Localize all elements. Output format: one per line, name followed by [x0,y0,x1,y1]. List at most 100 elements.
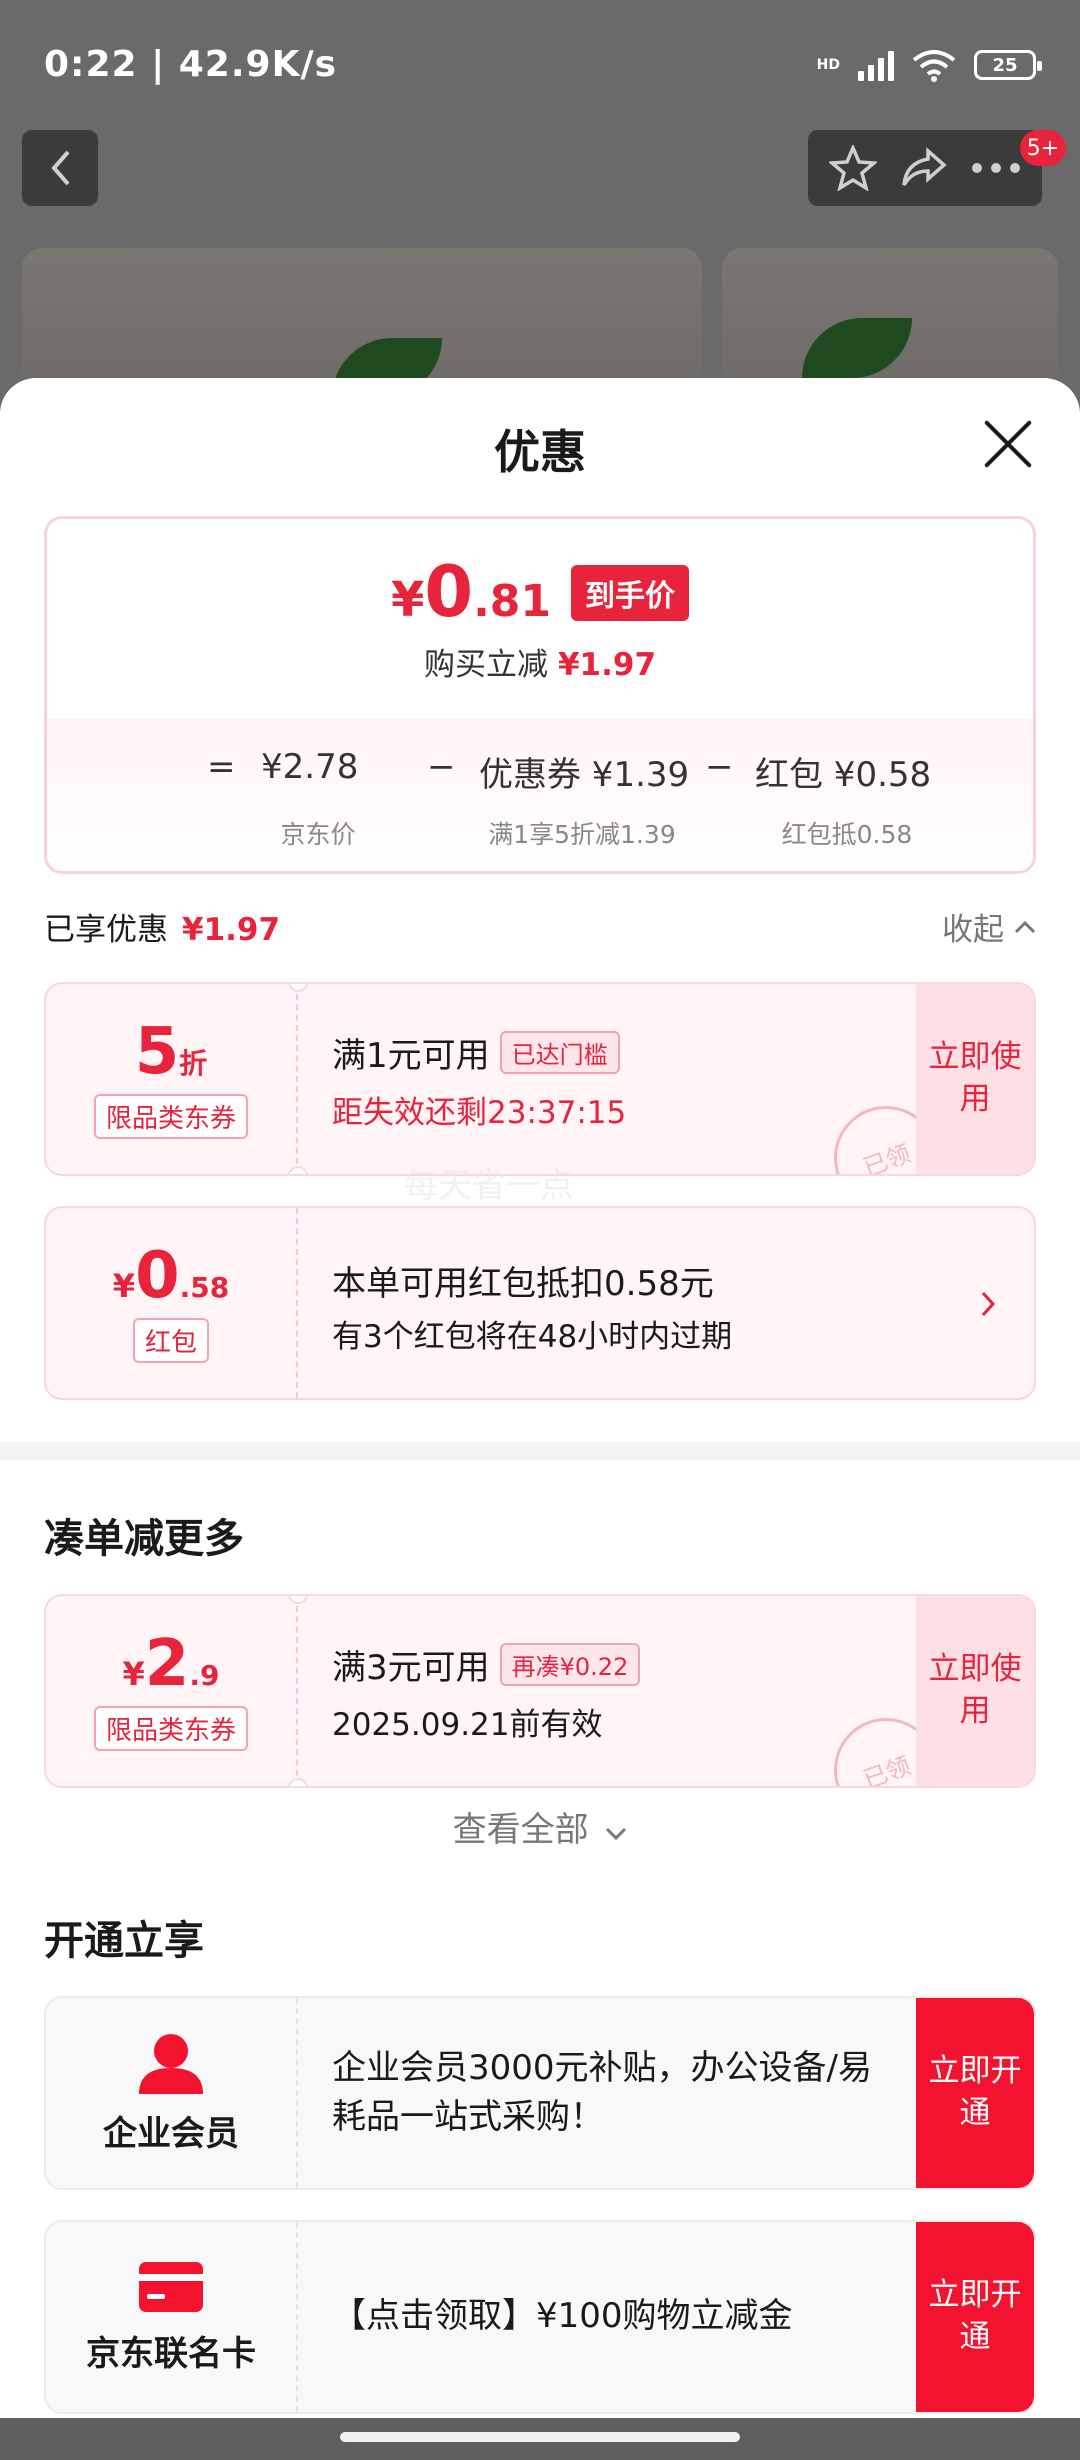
discount-sheet: 优惠 ¥ 0 .81 到手价 购买立减 ¥1.97 = ¥2.78 京东价 − 优… [0,378,1080,2418]
battery-level: 25 [992,54,1018,76]
coupon-card-more[interactable]: ¥ 2 .9 限品类东券 满3元可用 再凑¥0.22 2025.09.21前有效 … [44,1594,1036,1788]
star-icon[interactable] [829,145,878,191]
jd-price-caption: 京东价 [280,820,356,849]
more-section-title: 凑单减更多 [44,1516,244,1562]
product-image-2[interactable] [722,248,1058,398]
redpacket-amount-small: .58 [179,1270,230,1304]
status-time: 0:22 | 42.9K/s [44,44,338,85]
coupon-info: 满1元可用 已达门槛 距失效还剩23:37:15 [332,1028,904,1132]
status-icons: HD 25 [816,48,1042,82]
redpacket-card[interactable]: ¥ 0 .58 红包 本单可用红包抵扣0.58元 有3个红包将在48小时内过期 [44,1206,1036,1400]
collapse-label: 收起 [942,912,1004,948]
enterprise-member-card[interactable]: 企业会员 企业会员3000元补贴，办公设备/易耗品一站式采购！ 立即开通 [44,1996,1036,2190]
credit-card-icon [139,2261,203,2312]
threshold-badge: 已达门槛 [499,1031,620,1074]
coupon-amount-big: 2 [144,1626,190,1701]
redpacket-expiry: 有3个红包将在48小时内过期 [332,1319,733,1355]
coupon-amount-area: 5 折 限品类东券 [46,984,298,1174]
jd-price: ¥2.78 [261,747,359,787]
notch [288,1778,308,1786]
minus-sign-1: − [427,747,456,787]
final-price-card: ¥ 0 .81 到手价 购买立减 ¥1.97 = ¥2.78 京东价 − 优惠券 … [44,516,1036,874]
share-icon[interactable] [900,147,948,189]
redpacket-caption: 红包抵0.58 [781,820,913,849]
hd-indicator: HD [816,57,840,73]
open-now-button[interactable]: 立即开通 [916,1998,1034,2188]
battery-icon: 25 [974,50,1042,80]
coupon-deduction: 优惠券 ¥1.39 [479,755,690,795]
coupon-title: 满3元可用 [332,1648,490,1688]
coupon-type-tag: 限品类东券 [93,1705,248,1751]
jd-cobrand-card[interactable]: 京东联名卡 【点击领取】¥100购物立减金 立即开通 [44,2220,1036,2414]
open-section-title: 开通立享 [44,1918,204,1964]
nav-actions [808,130,1042,206]
status-bar: 0:22 | 42.9K/s HD 25 [0,0,1080,130]
coupon-title: 满1元可用 [332,1036,490,1076]
more-icon[interactable] [971,162,1021,174]
collapse-button[interactable]: 收起 [942,904,1036,949]
sheet-title: 优惠 [494,425,586,479]
view-all-button[interactable]: 查看全部 [0,1802,1080,1851]
chevron-left-icon [51,150,70,186]
coupon-validity: 2025.09.21前有效 [332,1707,603,1743]
price-breakdown: = ¥2.78 京东价 − 优惠券 ¥1.39 满1享5折减1.39 − 红包 … [47,719,1033,871]
redpacket-amount: ¥ 0 .58 [113,1244,229,1308]
price-yen: ¥ [390,572,425,628]
signal-icon [858,49,894,81]
coupon-countdown: 距失效还剩23:37:15 [332,1095,627,1131]
chevron-right-icon[interactable] [980,1290,996,1318]
coupon-deduction-caption: 满1享5折减1.39 [488,820,676,849]
enjoyed-label: 已享优惠 [44,912,168,948]
price-dec: .81 [473,576,552,627]
use-now-button[interactable]: 立即使用 [916,984,1034,1174]
coupon-amount: ¥ 2 .9 [123,1632,220,1696]
enjoyed-value: ¥1.97 [182,912,281,948]
home-indicator[interactable] [340,2432,740,2442]
member-description: 企业会员3000元补贴，办公设备/易耗品一站式采购！ [332,2047,872,2137]
instant-discount-label: 购买立减 [423,647,548,683]
coupon-amount-unit: 折 [179,1046,208,1080]
card-description: 【点击领取】¥100购物立减金 [332,2296,793,2337]
minus-sign-2: − [705,747,734,787]
final-price: ¥ 0 .81 到手价 [47,557,1033,631]
message-badge: 5+ [1020,130,1066,166]
redpacket-info: 本单可用红包抵扣0.58元 有3个红包将在48小时内过期 [332,1256,904,1356]
watermark-text: 每天省一点 [404,1166,574,1206]
final-price-tag: 到手价 [571,565,690,621]
redpacket-amount-big: 0 [135,1238,180,1313]
coupon-amount-big: 5 [134,1014,180,1089]
product-image[interactable] [22,248,702,398]
coupon-card-discount[interactable]: 5 折 限品类东券 满1元可用 已达门槛 距失效还剩23:37:15 已领 立即使… [44,982,1036,1176]
user-icon [139,2033,203,2094]
coupon-yen: ¥ [122,1654,145,1693]
chevron-up-icon [1014,920,1036,933]
price-int: 0 [424,551,474,633]
card-label: 京东联名卡 [86,2333,256,2374]
close-icon[interactable] [982,418,1034,470]
redpacket-tag: 红包 [132,1317,209,1363]
view-all-label: 查看全部 [452,1810,589,1850]
add-more-badge: 再凑¥0.22 [499,1643,641,1686]
instant-discount: 购买立减 ¥1.97 [47,639,1033,684]
redpacket-yen: ¥ [112,1266,136,1305]
section-divider [0,1442,1080,1460]
coupon-type-tag: 限品类东券 [93,1093,248,1139]
open-now-button[interactable]: 立即开通 [916,2222,1034,2412]
coupon-amount-small: .9 [189,1658,220,1692]
member-label: 企业会员 [103,2113,239,2154]
equals-sign: = [207,747,236,787]
enjoyed-discount: 已享优惠 ¥1.97 [44,904,280,949]
member-icon-area: 企业会员 [46,1998,298,2188]
redpacket-amount-area: ¥ 0 .58 红包 [46,1208,298,1398]
instant-discount-value: ¥1.97 [557,647,657,683]
redpacket-title: 本单可用红包抵扣0.58元 [332,1264,714,1304]
chevron-down-icon [606,1827,627,1841]
coupon-amount-area: ¥ 2 .9 限品类东券 [46,1596,298,1786]
redpacket-deduction: 红包 ¥0.58 [755,755,932,795]
coupon-amount: 5 折 [135,1020,208,1084]
use-now-button[interactable]: 立即使用 [916,1596,1034,1786]
wifi-icon [912,50,956,82]
back-button[interactable] [22,130,98,206]
card-icon-area: 京东联名卡 [46,2222,298,2412]
notch [288,1166,308,1174]
